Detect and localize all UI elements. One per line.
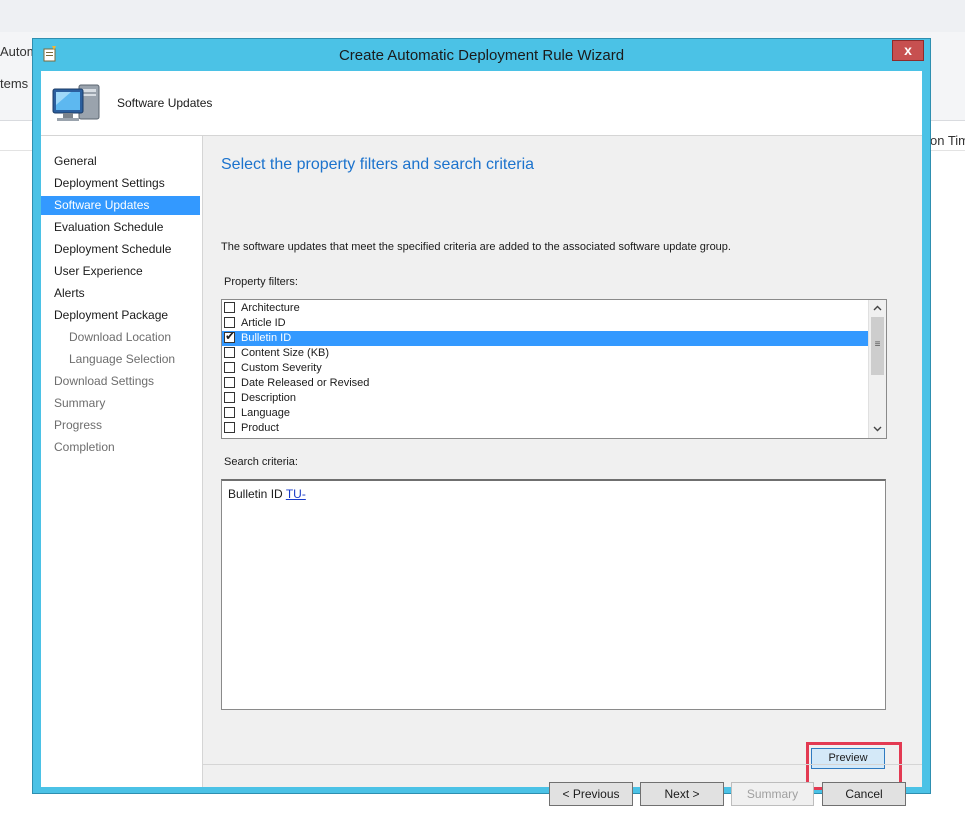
list-item-label: Architecture bbox=[241, 302, 300, 314]
list-item[interactable]: ✔ Bulletin ID bbox=[222, 329, 868, 346]
vertical-scrollbar[interactable]: ≡ bbox=[868, 300, 886, 438]
footer-divider bbox=[203, 764, 922, 765]
search-criteria-link[interactable]: TU- bbox=[286, 487, 306, 501]
checkbox[interactable] bbox=[224, 422, 235, 433]
search-criteria-label: Search criteria: bbox=[224, 456, 298, 468]
list-item-label: Article ID bbox=[241, 317, 286, 329]
checkbox[interactable] bbox=[224, 362, 235, 373]
nav-item-deployment-package[interactable]: Deployment Package bbox=[41, 306, 200, 325]
nav-item-general[interactable]: General bbox=[41, 152, 200, 171]
wizard-navigation: General Deployment Settings Software Upd… bbox=[41, 136, 203, 787]
search-criteria-prefix: Bulletin ID bbox=[228, 487, 283, 501]
preview-button[interactable]: Preview bbox=[811, 748, 885, 769]
checkbox[interactable] bbox=[224, 302, 235, 313]
computer-icon bbox=[49, 79, 103, 129]
background-app-titlebar bbox=[0, 0, 965, 33]
close-icon: x bbox=[904, 42, 912, 58]
list-item-label: Description bbox=[241, 392, 297, 404]
nav-item-progress: Progress bbox=[54, 418, 103, 432]
checkbox[interactable] bbox=[224, 377, 235, 388]
nav-item-user-experience[interactable]: User Experience bbox=[41, 262, 200, 281]
page-description: The software updates that meet the speci… bbox=[221, 241, 731, 253]
wizard-header: Software Updates bbox=[41, 71, 922, 136]
list-item-label: Product bbox=[241, 422, 279, 434]
checkbox[interactable] bbox=[224, 407, 235, 418]
list-item[interactable]: Custom Severity bbox=[222, 361, 868, 376]
dialog-titlebar[interactable]: Create Automatic Deployment Rule Wizard … bbox=[33, 39, 930, 71]
checkbox[interactable] bbox=[224, 347, 235, 358]
previous-button[interactable]: < Previous bbox=[549, 782, 633, 806]
checkbox[interactable] bbox=[224, 392, 235, 403]
list-item[interactable]: Language bbox=[222, 406, 868, 421]
nav-item-alerts[interactable]: Alerts bbox=[41, 284, 200, 303]
list-item[interactable]: Product bbox=[222, 421, 868, 436]
list-item[interactable]: Article ID bbox=[222, 316, 868, 331]
nav-item-evaluation-schedule[interactable]: Evaluation Schedule bbox=[41, 218, 200, 237]
grip-icon: ≡ bbox=[874, 339, 881, 350]
nav-item-download-settings: Download Settings bbox=[54, 374, 155, 388]
chevron-down-icon[interactable] bbox=[869, 420, 886, 437]
list-item-label: Bulletin ID bbox=[241, 332, 292, 344]
nav-item-summary: Summary bbox=[54, 396, 106, 410]
list-item-label: Language bbox=[241, 407, 290, 419]
nav-item-completion: Completion bbox=[54, 440, 115, 454]
scrollbar-thumb[interactable]: ≡ bbox=[871, 317, 884, 375]
list-item-label: Custom Severity bbox=[241, 362, 322, 374]
nav-item-deployment-schedule[interactable]: Deployment Schedule bbox=[41, 240, 200, 259]
page-title: Select the property filters and search c… bbox=[221, 156, 535, 173]
wizard-header-title: Software Updates bbox=[117, 96, 213, 110]
list-item[interactable]: Date Released or Revised bbox=[222, 376, 868, 391]
search-criteria-field[interactable]: Bulletin ID TU- bbox=[221, 479, 886, 710]
close-button[interactable]: x bbox=[892, 40, 924, 61]
list-item-label: Date Released or Revised bbox=[241, 377, 370, 389]
cancel-button[interactable]: Cancel bbox=[822, 782, 906, 806]
summary-button: Summary bbox=[731, 782, 814, 806]
chevron-up-icon[interactable] bbox=[869, 300, 886, 317]
list-item[interactable]: Architecture bbox=[222, 301, 868, 316]
dialog-title: Create Automatic Deployment Rule Wizard bbox=[338, 47, 625, 64]
nav-item-language-selection: Language Selection bbox=[69, 352, 176, 366]
list-item-label: Content Size (KB) bbox=[241, 347, 330, 359]
wizard-dialog: Create Automatic Deployment Rule Wizard … bbox=[32, 38, 931, 806]
checkbox[interactable]: ✔ bbox=[224, 329, 236, 343]
property-filters-label: Property filters: bbox=[224, 276, 298, 288]
checkbox[interactable] bbox=[224, 317, 235, 328]
nav-item-deployment-settings[interactable]: Deployment Settings bbox=[41, 174, 200, 193]
list-item[interactable]: Content Size (KB) bbox=[222, 346, 868, 361]
nav-item-download-location: Download Location bbox=[69, 330, 172, 344]
background-app-text: tems bbox=[0, 76, 29, 91]
wizard-content: Select the property filters and search c… bbox=[203, 136, 922, 806]
check-icon: ✔ bbox=[225, 329, 236, 343]
property-filters-list[interactable]: Architecture Article ID ✔ Bulletin ID Co… bbox=[221, 299, 887, 439]
dialog-client-area: Software Updates General Deployment Sett… bbox=[41, 71, 922, 806]
nav-item-software-updates[interactable]: Software Updates bbox=[41, 196, 200, 215]
list-item[interactable]: Description bbox=[222, 391, 868, 406]
background-app-column-text: on Tim bbox=[930, 133, 965, 148]
next-button[interactable]: Next > bbox=[640, 782, 724, 806]
